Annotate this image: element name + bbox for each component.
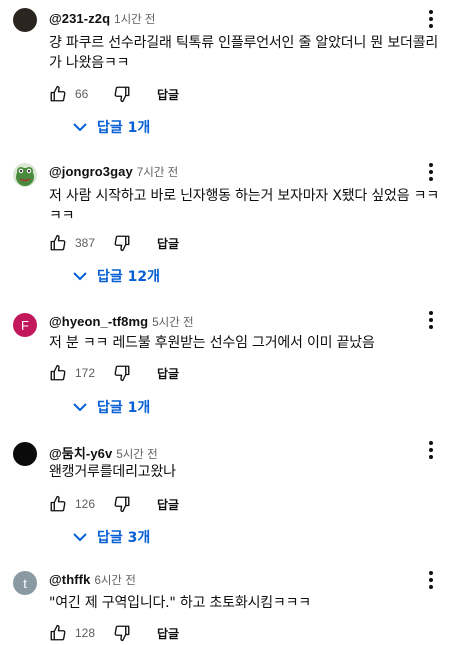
avatar[interactable]: t (13, 571, 37, 595)
thumb-up-icon (50, 495, 66, 512)
comment-actions: 126 답글 (47, 493, 179, 515)
reply-button[interactable]: 답글 (157, 86, 179, 103)
dislike-button[interactable] (111, 493, 133, 515)
avatar-letter: t (23, 575, 27, 591)
dislike-button[interactable] (111, 622, 133, 644)
view-replies-button[interactable]: 답글 1개 (72, 116, 150, 138)
dislike-button[interactable] (111, 232, 133, 254)
like-count: 172 (75, 366, 96, 380)
comment-actions: 172 답글 (47, 362, 179, 384)
thumb-up-icon (50, 234, 66, 251)
chevron-down-icon (73, 123, 87, 132)
like-button[interactable] (47, 83, 69, 105)
comment: @둠치-y6v 5시간 전 왠캥거루를데리고왔나 126 답글 답글 3개 (0, 437, 456, 552)
comment: @231-z2q 1시간 전 걍 파쿠르 선수라길래 틱톡류 인플루언서인 줄 … (0, 0, 456, 140)
more-vert-icon (429, 163, 433, 167)
comment-text: 걍 파쿠르 선수라길래 틱톡류 인플루언서인 줄 알았더니 뭔 보더콜리가 나왔… (49, 35, 439, 71)
comment-actions: 66 답글 (47, 83, 179, 105)
thumb-down-icon (114, 235, 130, 252)
comment-author[interactable]: @jongro3gay (49, 164, 133, 179)
view-replies-button[interactable]: 답글 3개 (72, 526, 150, 548)
view-replies-button[interactable]: 답글 12개 (72, 265, 160, 287)
thumb-down-icon (114, 86, 130, 103)
comment-text: 저 분 ㅋㅋ 레드불 후원받는 선수임 그거에서 이미 끝났음 (49, 335, 375, 351)
frog-avatar-icon (16, 167, 34, 186)
avatar[interactable] (13, 442, 37, 466)
more-actions-button[interactable] (421, 162, 441, 182)
thumb-up-icon (50, 624, 66, 641)
more-actions-button[interactable] (421, 440, 441, 460)
like-count: 387 (75, 236, 96, 250)
avatar[interactable]: F (13, 313, 37, 337)
replies-label: 답글 12개 (97, 269, 160, 285)
comment-actions: 387 답글 (47, 232, 179, 254)
comment-time[interactable]: 5시간 전 (152, 314, 193, 330)
more-actions-button[interactable] (421, 310, 441, 330)
comment: F @hyeon_-tf8mg 5시간 전 저 분 ㅋㅋ 레드불 후원받는 선수… (0, 306, 456, 426)
comment: @jongro3gay 7시간 전 저 사람 시작하고 바로 닌자행동 하는거 … (0, 155, 456, 290)
dislike-button[interactable] (111, 362, 133, 384)
more-actions-button[interactable] (421, 570, 441, 590)
thumb-down-icon (114, 496, 130, 513)
like-count: 66 (75, 87, 89, 101)
chevron-down-icon (73, 403, 87, 412)
avatar-letter: F (21, 317, 29, 333)
comment-header: @jongro3gay 7시간 전 (49, 164, 178, 182)
more-vert-icon (429, 10, 433, 14)
reply-button[interactable]: 답글 (157, 235, 179, 252)
comment-text: 저 사람 시작하고 바로 닌자행동 하는거 보자마자 X됐다 싶었음 ㅋㅋㅋㅋ (49, 188, 440, 224)
reply-button[interactable]: 답글 (157, 625, 179, 642)
replies-label: 답글 1개 (97, 120, 151, 136)
thumb-up-icon (50, 85, 66, 102)
reply-button[interactable]: 답글 (157, 365, 179, 382)
comment-header: @231-z2q 1시간 전 (49, 11, 156, 29)
comment-author[interactable]: @thffk (49, 572, 90, 587)
comment-author[interactable]: @둠치-y6v (49, 443, 112, 462)
view-replies-button[interactable]: 답글 1개 (72, 396, 150, 418)
chevron-down-icon (73, 272, 87, 281)
like-count: 126 (75, 497, 96, 511)
comment-time[interactable]: 6시간 전 (94, 572, 135, 588)
comment-time[interactable]: 5시간 전 (116, 446, 157, 462)
more-vert-icon (429, 311, 433, 315)
comment-time[interactable]: 1시간 전 (114, 11, 155, 27)
comment-author[interactable]: @231-z2q (49, 11, 110, 26)
more-vert-icon (429, 441, 433, 445)
like-button[interactable] (47, 232, 69, 254)
avatar[interactable] (13, 8, 37, 32)
avatar[interactable] (13, 163, 37, 187)
like-button[interactable] (47, 493, 69, 515)
like-button[interactable] (47, 622, 69, 644)
comment-text: "여긴 제 구역입니다." 하고 초토화시킴ㅋㅋㅋ (49, 595, 311, 611)
comment-header: @thffk 6시간 전 (49, 572, 136, 590)
chevron-down-icon (73, 533, 87, 542)
more-vert-icon (429, 571, 433, 575)
like-count: 128 (75, 626, 96, 640)
thumb-down-icon (114, 365, 130, 382)
reply-button[interactable]: 답글 (157, 496, 179, 513)
dislike-button[interactable] (111, 83, 133, 105)
comment: t @thffk 6시간 전 "여긴 제 구역입니다." 하고 초토화시킴ㅋㅋㅋ… (0, 566, 456, 645)
comment-text: 왠캥거루를데리고왔나 (49, 464, 176, 480)
comment-header: @hyeon_-tf8mg 5시간 전 (49, 314, 194, 332)
replies-label: 답글 3개 (97, 530, 151, 546)
like-button[interactable] (47, 362, 69, 384)
thumb-up-icon (50, 364, 66, 381)
more-actions-button[interactable] (421, 9, 441, 29)
comment-time[interactable]: 7시간 전 (137, 164, 178, 180)
comment-author[interactable]: @hyeon_-tf8mg (49, 314, 148, 329)
comment-actions: 128 답글 (47, 622, 179, 644)
thumb-down-icon (114, 625, 130, 642)
replies-label: 답글 1개 (97, 400, 151, 416)
comment-header: @둠치-y6v 5시간 전 (49, 443, 158, 461)
